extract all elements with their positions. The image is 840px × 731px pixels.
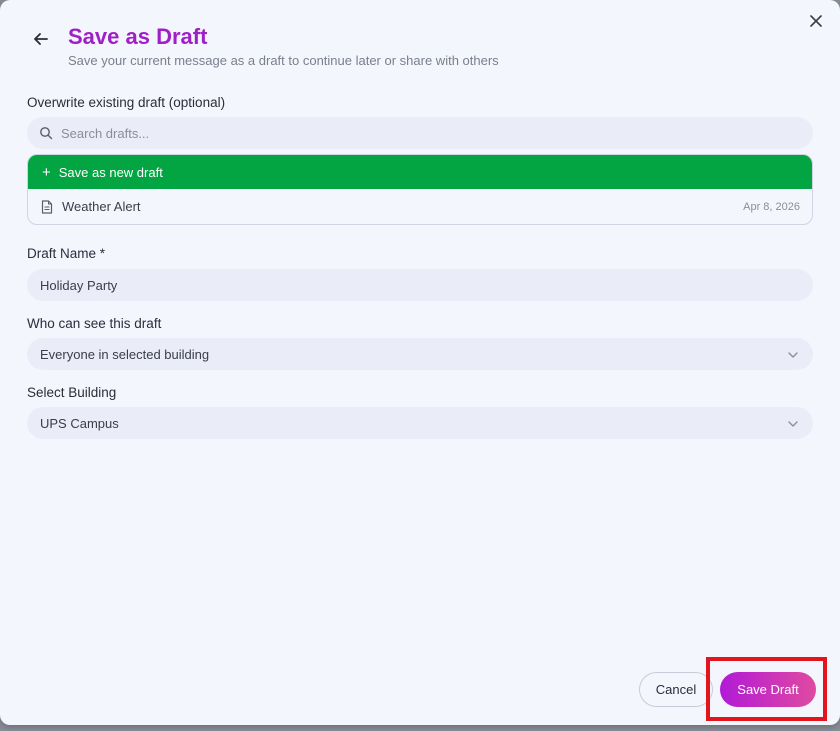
chevron-down-icon xyxy=(787,418,799,430)
draft-date: Apr 8, 2026 xyxy=(743,200,800,213)
document-icon xyxy=(41,199,53,214)
visibility-label: Who can see this draft xyxy=(27,316,162,331)
search-drafts-input[interactable]: Search drafts... xyxy=(27,117,813,149)
cancel-button[interactable]: Cancel xyxy=(639,672,713,707)
chevron-down-icon xyxy=(787,349,799,361)
overwrite-label: Overwrite existing draft (optional) xyxy=(27,95,226,110)
draft-list: + Save as new draft Weather Alert Apr 8,… xyxy=(27,154,813,225)
draft-name-label: Draft Name * xyxy=(27,246,106,261)
back-arrow-icon[interactable] xyxy=(32,30,50,48)
visibility-select[interactable]: Everyone in selected building xyxy=(27,338,813,370)
building-value: UPS Campus xyxy=(40,415,119,431)
draft-name-value: Holiday Party xyxy=(40,277,118,293)
close-icon[interactable] xyxy=(808,13,824,29)
draft-name-input[interactable]: Holiday Party xyxy=(27,269,813,301)
search-icon xyxy=(39,126,53,140)
list-item[interactable]: Weather Alert Apr 8, 2026 xyxy=(28,189,812,224)
save-draft-dialog: Save as Draft Save your current message … xyxy=(0,0,840,725)
dialog-title: Save as Draft xyxy=(68,24,208,49)
visibility-value: Everyone in selected building xyxy=(40,346,210,362)
draft-name: Weather Alert xyxy=(62,199,141,214)
plus-icon: + xyxy=(42,163,51,181)
new-draft-label: Save as new draft xyxy=(58,164,163,180)
search-placeholder: Search drafts... xyxy=(61,125,150,141)
save-as-new-draft-option[interactable]: + Save as new draft xyxy=(28,155,812,189)
building-select[interactable]: UPS Campus xyxy=(27,407,813,439)
highlight-box xyxy=(706,657,827,721)
dialog-subtitle: Save your current message as a draft to … xyxy=(68,53,499,68)
building-label: Select Building xyxy=(27,385,117,400)
